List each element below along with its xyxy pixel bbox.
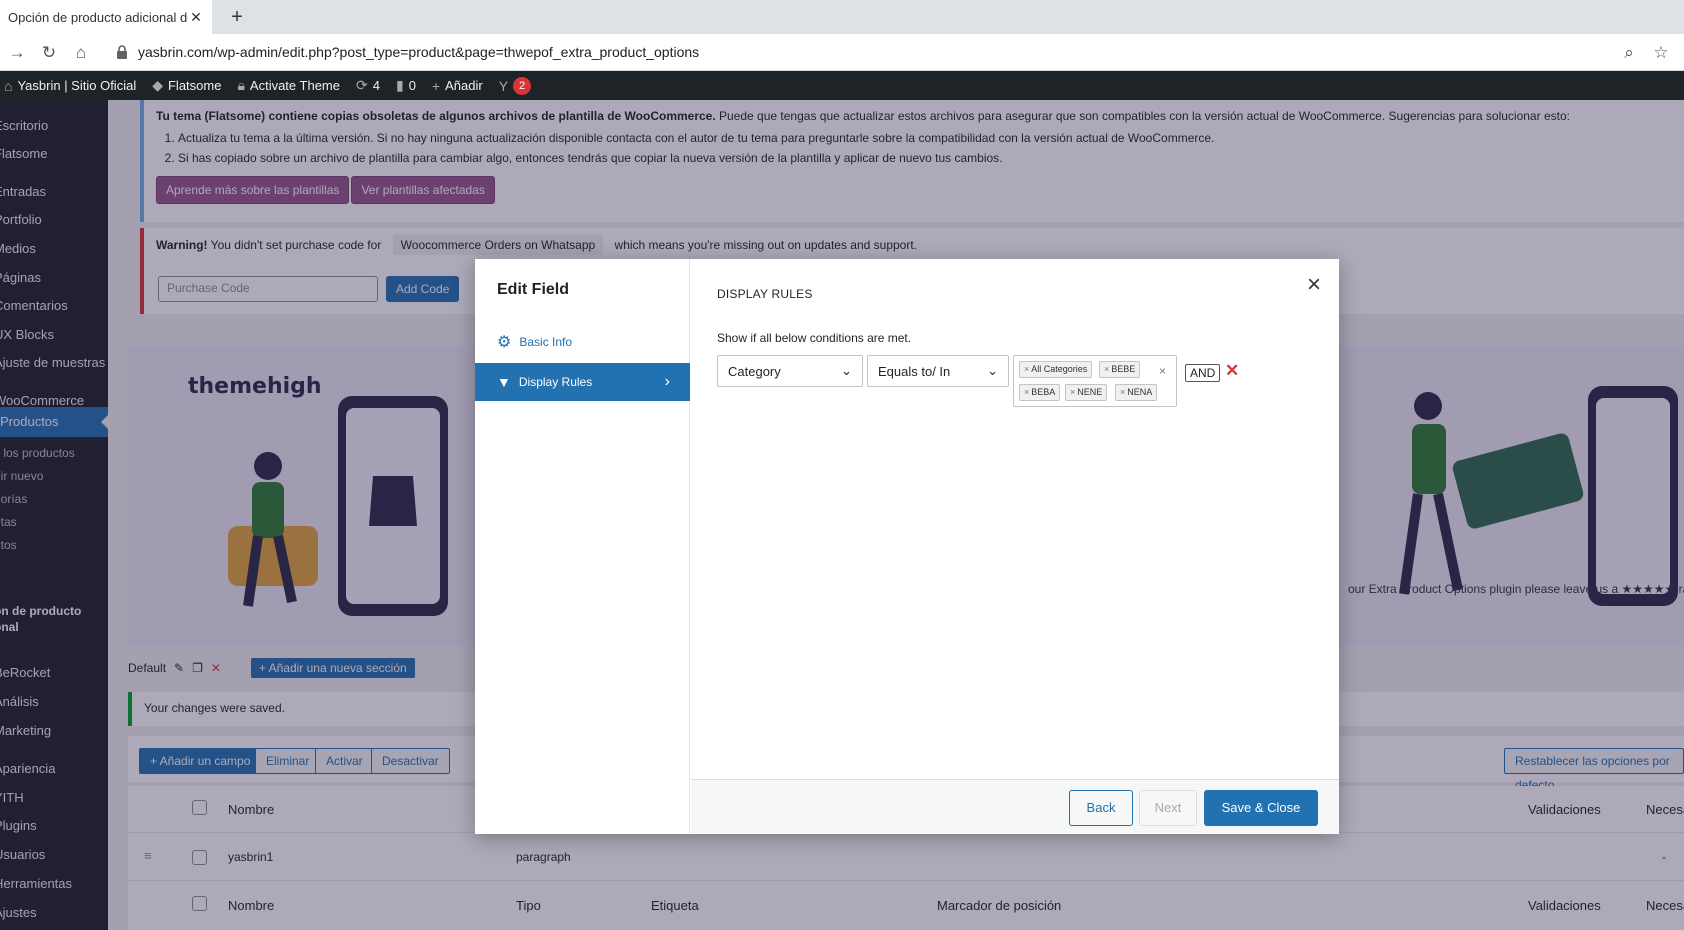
chevron-down-icon: ⌄ xyxy=(987,363,998,378)
activate-theme-link[interactable]: 🔒︎ Activate Theme xyxy=(237,77,340,94)
edit-field-modal: Edit Field ⚙ Basic Info ▼ Display Rules … xyxy=(475,259,1339,834)
gear-icon: ⚙ xyxy=(497,334,512,351)
yoast-icon: Y xyxy=(498,77,509,94)
site-link[interactable]: ⌂ Yasbrin | Sitio Oficial xyxy=(4,78,136,94)
next-button[interactable]: Next xyxy=(1139,790,1197,826)
chip-nene[interactable]: × NENE xyxy=(1065,384,1108,401)
updates-link[interactable]: ⟳ 4 xyxy=(356,77,380,94)
lock-icon xyxy=(117,45,127,59)
house-icon: ⌂ xyxy=(4,77,13,94)
tab-title: Opción de producto adicional de xyxy=(8,9,188,25)
new-tab-icon[interactable]: + xyxy=(224,4,250,30)
modal-sidebar: Edit Field ⚙ Basic Info ▼ Display Rules … xyxy=(475,259,690,834)
filter-icon: ▼ xyxy=(497,374,511,390)
zoom-icon[interactable]: ⌕ xyxy=(1618,42,1640,64)
category-multiselect[interactable]: × All Categories × BEBE × × BEBA × NENE × NEN… xyxy=(1013,355,1177,407)
chip-label: NENE xyxy=(1077,387,1103,397)
nav-basic-info[interactable]: ⚙ Basic Info xyxy=(475,323,690,361)
back-button[interactable]: Back xyxy=(1069,790,1133,826)
and-condition-button[interactable]: AND xyxy=(1185,364,1221,382)
chip-label: NENA xyxy=(1127,387,1153,397)
comments-link[interactable]: ▮ 0 xyxy=(396,77,416,94)
tab-close-icon[interactable]: ✕ xyxy=(188,9,204,26)
yoast-link[interactable]: Y 2 xyxy=(498,76,532,95)
nav-basic-info-label: Basic Info xyxy=(519,335,573,349)
flatsome-icon: ◆ xyxy=(152,77,163,93)
modal-footer: Back Next Save & Close xyxy=(691,779,1339,834)
forward-icon[interactable]: → xyxy=(6,42,28,64)
chip-remove-icon[interactable]: × xyxy=(1070,387,1075,397)
comments-count: 0 xyxy=(408,78,416,93)
home-icon[interactable]: ⌂ xyxy=(70,42,92,64)
bookmark-star-icon[interactable]: ☆ xyxy=(1650,42,1672,64)
chip-remove-icon[interactable]: × xyxy=(1104,364,1109,374)
remove-condition-icon[interactable]: ✕ xyxy=(1225,361,1239,381)
chevron-down-icon: ⌄ xyxy=(841,363,852,378)
chip-beba[interactable]: × BEBA xyxy=(1019,384,1061,401)
updates-count: 4 xyxy=(372,78,380,93)
chip-remove-icon[interactable]: × xyxy=(1120,387,1125,397)
nav-display-rules[interactable]: ▼ Display Rules › xyxy=(475,363,690,401)
chip-bebe[interactable]: × BEBE xyxy=(1099,361,1141,378)
address-bar: → ↻ ⌂ yasbrin.com/wp-admin/edit.php?post… xyxy=(0,34,1684,71)
operand-value: Category xyxy=(728,363,781,379)
add-label: Añadir xyxy=(445,78,483,93)
nav-display-rules-label: Display Rules xyxy=(518,375,593,389)
chevron-right-icon: › xyxy=(664,373,670,390)
modal-title: Edit Field xyxy=(497,281,569,298)
chip-nena[interactable]: × NENA xyxy=(1115,384,1158,401)
refresh-icon: ⟳ xyxy=(356,77,368,93)
flatsome-link[interactable]: ◆ Flatsome xyxy=(152,77,221,94)
operand-select[interactable]: Category ⌄ xyxy=(717,355,863,387)
chip-label: BEBA xyxy=(1031,387,1056,397)
comment-icon: ▮ xyxy=(395,77,404,93)
url-input[interactable]: yasbrin.com/wp-admin/edit.php?post_type=… xyxy=(138,44,699,60)
rules-description: Show if all below conditions are met. xyxy=(717,331,912,345)
site-name: Yasbrin | Sitio Oficial xyxy=(17,78,137,93)
chip-all-categories[interactable]: × All Categories xyxy=(1019,361,1093,378)
browser-tab[interactable]: Opción de producto adicional de ✕ xyxy=(0,0,212,34)
add-new-link[interactable]: + Añadir xyxy=(432,78,483,94)
chip-label: All Categories xyxy=(1031,364,1088,374)
clear-all-icon[interactable]: × xyxy=(1159,364,1166,378)
save-close-button[interactable]: Save & Close xyxy=(1204,790,1318,826)
chip-label: BEBE xyxy=(1111,364,1136,374)
wp-admin-bar: ⌂ Yasbrin | Sitio Oficial ◆ Flatsome 🔒︎ … xyxy=(0,71,1684,100)
chip-remove-icon[interactable]: × xyxy=(1024,364,1029,374)
reload-icon[interactable]: ↻ xyxy=(38,42,60,64)
activate-label: Activate Theme xyxy=(249,78,340,93)
display-rules-title: DISPLAY RULES xyxy=(717,287,813,301)
chip-remove-icon[interactable]: × xyxy=(1024,387,1029,397)
operator-value: Equals to/ In xyxy=(878,363,951,379)
plus-icon: + xyxy=(431,77,441,94)
lock-icon: 🔒︎ xyxy=(237,77,245,93)
yoast-badge: 2 xyxy=(513,76,532,95)
browser-tab-bar: Opción de producto adicional de ✕ + xyxy=(0,0,1684,34)
flatsome-label: Flatsome xyxy=(167,78,222,93)
modal-body: DISPLAY RULES × Show if all below condit… xyxy=(691,259,1339,779)
operator-select[interactable]: Equals to/ In ⌄ xyxy=(867,355,1009,387)
close-icon[interactable]: × xyxy=(1307,273,1321,297)
